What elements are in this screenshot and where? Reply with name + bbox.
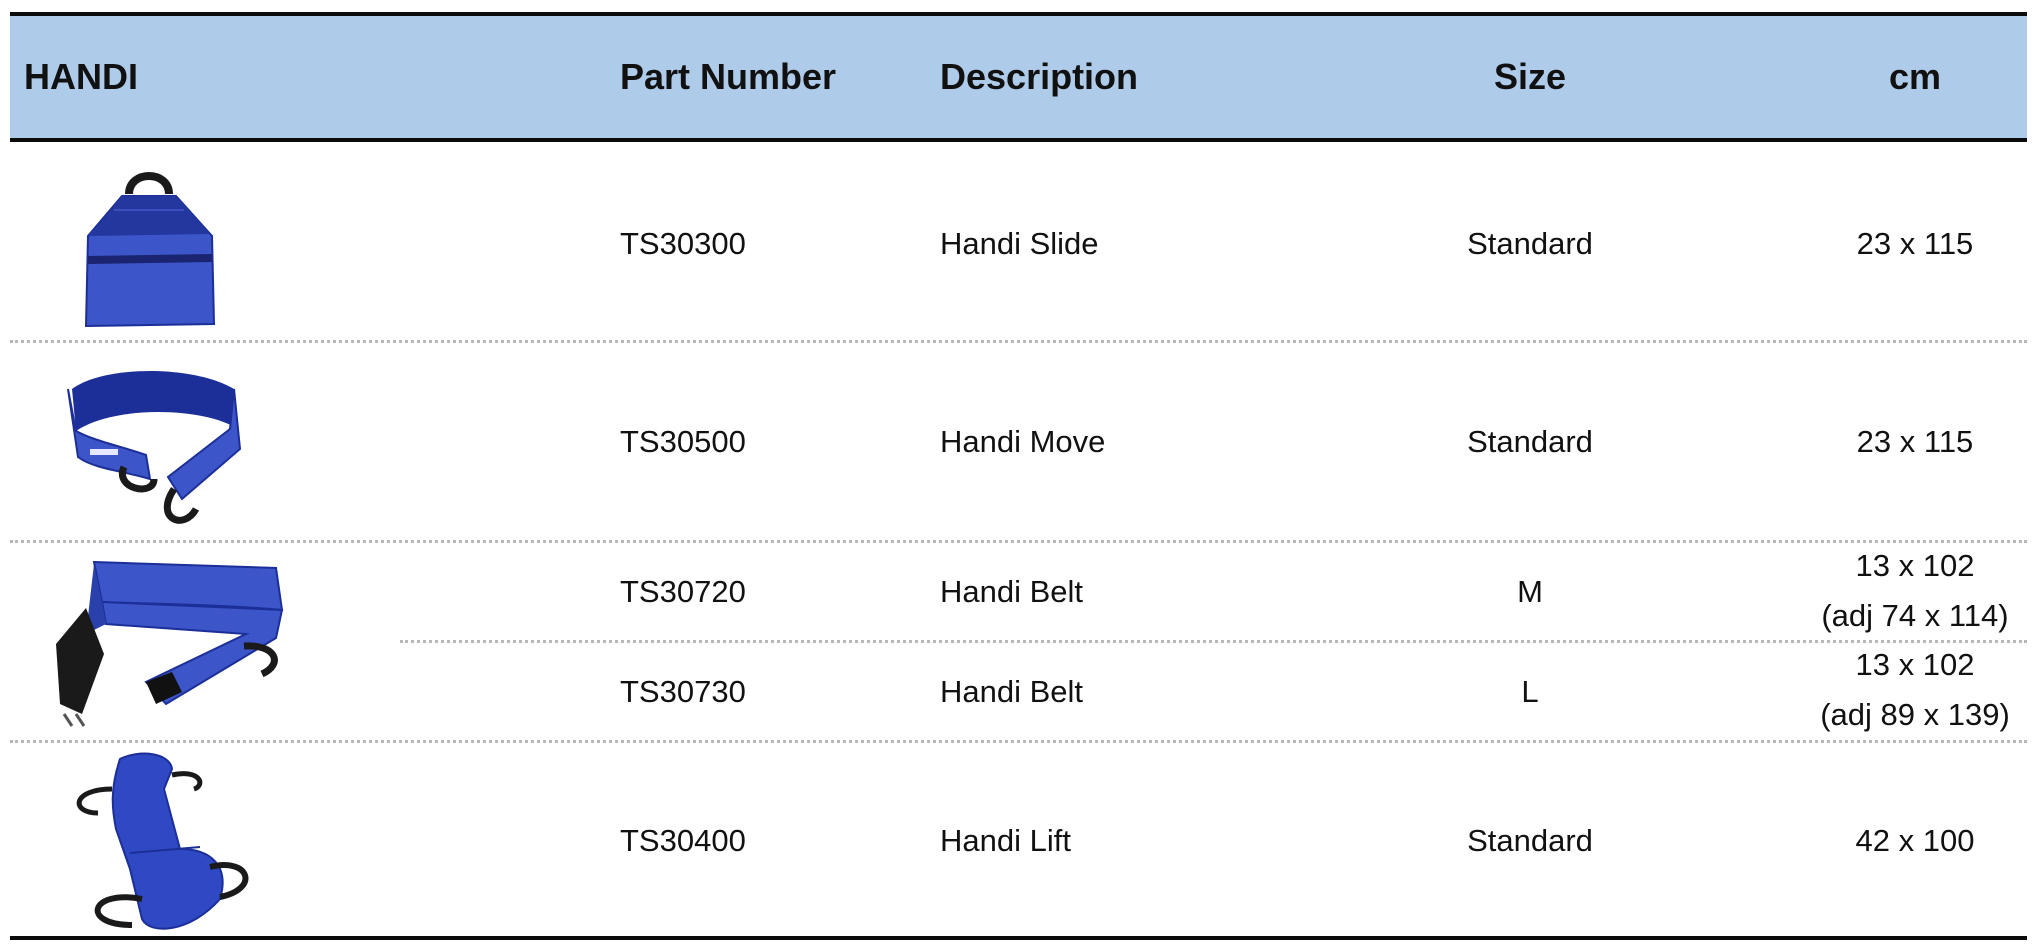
- header-description: Description: [940, 56, 1139, 97]
- size: Standard: [1467, 226, 1593, 261]
- description: Handi Lift: [940, 823, 1071, 858]
- handi-move-image: [67, 371, 242, 524]
- description: Handi Slide: [940, 226, 1099, 261]
- header-cm: cm: [1888, 56, 1942, 97]
- cm-dimensions: 13 x 102: [1855, 647, 1975, 682]
- header-size: Size: [1493, 56, 1567, 97]
- description: Handi Belt: [940, 674, 1084, 709]
- header-category: HANDI: [24, 56, 138, 97]
- cm-adjustable: (adj 74 x 114): [1821, 598, 2009, 633]
- cm: 42 x 100: [1855, 823, 1975, 858]
- cm: 23 x 115: [1856, 226, 1974, 261]
- table-row: TS30730 Handi Belt L 13 x 102 (adj 89 x …: [10, 643, 2027, 740]
- cm: 23 x 115: [1856, 424, 1974, 459]
- part-number: TS30500: [620, 424, 746, 459]
- table-row: TS30400 Handi Lift Standard 42 x 100: [10, 743, 2027, 939]
- part-number: TS30730: [620, 674, 746, 709]
- table-row: TS30500 Handi Move Standard 23 x 115: [10, 343, 2027, 541]
- part-number: TS30720: [620, 574, 746, 609]
- size: M: [1517, 574, 1543, 609]
- part-number: TS30400: [620, 823, 746, 858]
- cm-dimensions: 13 x 102: [1855, 548, 1975, 583]
- handi-slide-image: [84, 172, 216, 328]
- table-row: TS30720 Handi Belt M 13 x 102 (adj 74 x …: [10, 543, 2027, 643]
- handi-lift-image: [76, 752, 249, 930]
- table-header: HANDI Part Number Description Size cm: [10, 16, 2027, 138]
- table-row: TS30300 Handi Slide Standard 23 x 115: [10, 142, 2027, 349]
- description: Handi Move: [940, 424, 1106, 459]
- size: Standard: [1467, 823, 1593, 858]
- size: Standard: [1467, 424, 1593, 459]
- description: Handi Belt: [940, 574, 1084, 609]
- size: L: [1521, 674, 1539, 709]
- cm-adjustable: (adj 89 x 139): [1820, 697, 2010, 732]
- header-part-number: Part Number: [620, 56, 837, 97]
- part-number: TS30300: [620, 226, 746, 261]
- table-bottom-rule: [10, 936, 2027, 940]
